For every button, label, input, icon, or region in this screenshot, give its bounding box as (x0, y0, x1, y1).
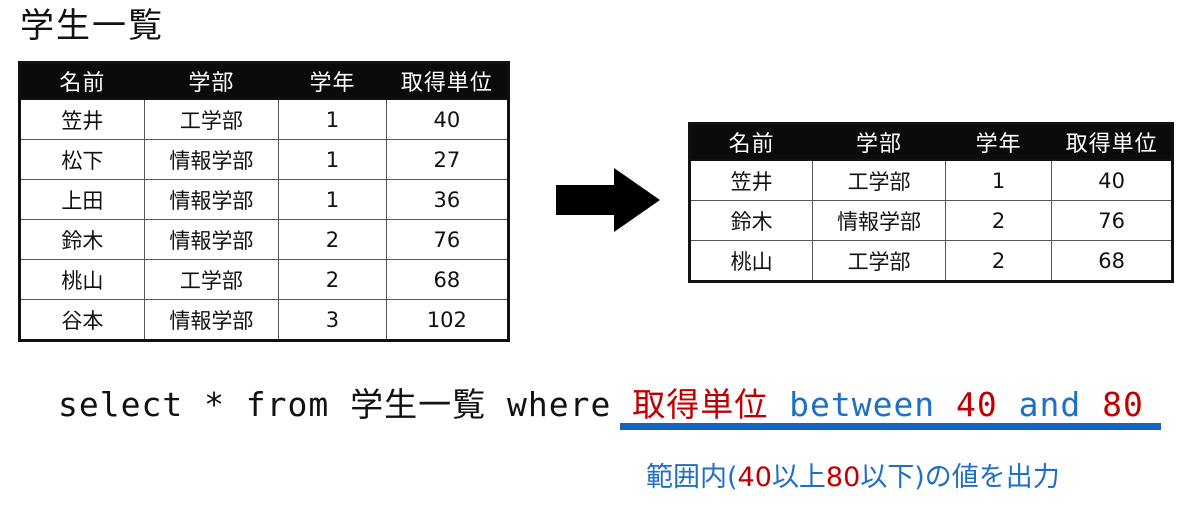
cell-year: 1 (278, 98, 387, 140)
column-header-name: 名前 (688, 123, 814, 161)
annotation-note: 範囲内(40以上80以下)の値を出力 (646, 455, 1060, 494)
cell-credit: 40 (385, 98, 510, 140)
annotation-middle: 以上 (771, 462, 826, 493)
sql-segment-high: 80 (1102, 385, 1144, 424)
cell-name: 桃山 (19, 259, 145, 300)
source-table-header: 名前 学部 学年 取得単位 (19, 62, 510, 100)
source-table: 名前 学部 学年 取得単位 笠井 工学部 1 40 松下 情報学部 1 27 上… (18, 61, 510, 342)
sql-segment-and: and (997, 385, 1103, 424)
cell-dept: 工学部 (143, 98, 280, 140)
column-header-dept: 学部 (143, 62, 280, 100)
cell-credit: 68 (385, 259, 510, 300)
column-header-credit: 取得単位 (385, 62, 510, 100)
column-header-dept: 学部 (812, 123, 946, 161)
sql-segment-clause: select * from 学生一覧 where (58, 385, 633, 424)
table-row: 笠井 工学部 1 40 (19, 98, 510, 140)
cell-credit: 68 (1051, 240, 1173, 282)
column-header-year: 学年 (944, 123, 1053, 161)
annotation-suffix: 以下)の値を出力 (860, 462, 1060, 493)
cell-dept: 情報学部 (143, 299, 280, 341)
column-header-name: 名前 (19, 62, 145, 100)
result-table: 名前 学部 学年 取得単位 笠井 工学部 1 40 鈴木 情報学部 2 76 桃… (688, 122, 1174, 283)
table-header-row: 名前 学部 学年 取得単位 (688, 123, 1173, 161)
annotation-prefix: 範囲内( (646, 462, 738, 493)
cell-year: 1 (278, 179, 387, 220)
cell-dept: 工学部 (812, 159, 946, 201)
cell-dept: 工学部 (812, 240, 946, 282)
cell-dept: 情報学部 (143, 179, 280, 220)
source-table-body: 笠井 工学部 1 40 松下 情報学部 1 27 上田 情報学部 1 36 鈴木… (19, 98, 510, 341)
cell-name: 谷本 (19, 299, 145, 341)
arrow-right-icon (556, 168, 660, 232)
cell-year: 3 (278, 299, 387, 341)
table-row: 上田 情報学部 1 36 (19, 179, 510, 220)
result-table-body: 笠井 工学部 1 40 鈴木 情報学部 2 76 桃山 工学部 2 68 (688, 159, 1173, 282)
cell-name: 鈴木 (688, 200, 814, 241)
cell-name: 笠井 (19, 98, 145, 140)
cell-dept: 情報学部 (143, 219, 280, 260)
cell-name: 松下 (19, 139, 145, 180)
annotation-high-value: 80 (825, 462, 861, 493)
sql-underline (620, 423, 1161, 430)
cell-credit: 76 (1051, 200, 1173, 241)
cell-name: 上田 (19, 179, 145, 220)
cell-name: 鈴木 (19, 219, 145, 260)
cell-dept: 情報学部 (143, 139, 280, 180)
cell-name: 桃山 (688, 240, 814, 282)
result-table-header: 名前 学部 学年 取得単位 (688, 123, 1173, 161)
table-row: 桃山 工学部 2 68 (19, 259, 510, 300)
table-row: 鈴木 情報学部 2 76 (19, 219, 510, 260)
cell-credit: 76 (385, 219, 510, 260)
table-row: 笠井 工学部 1 40 (688, 159, 1173, 201)
cell-credit: 27 (385, 139, 510, 180)
transform-arrow (556, 168, 664, 232)
annotation-low-value: 40 (737, 462, 772, 493)
page-title: 学生一覧 (20, 6, 164, 46)
sql-statement: select * from 学生一覧 where 取得単位 between 40… (58, 378, 1144, 424)
cell-dept: 情報学部 (812, 200, 946, 241)
column-header-credit: 取得単位 (1051, 123, 1173, 161)
cell-year: 1 (944, 159, 1053, 201)
sql-segment-column: 取得単位 (632, 385, 769, 424)
cell-credit: 40 (1051, 159, 1173, 201)
cell-name: 笠井 (688, 159, 814, 201)
table-row: 鈴木 情報学部 2 76 (688, 200, 1173, 241)
cell-credit: 102 (385, 299, 510, 341)
cell-year: 1 (278, 139, 387, 180)
table-row: 松下 情報学部 1 27 (19, 139, 510, 180)
column-header-year: 学年 (278, 62, 387, 100)
sql-segment-low: 40 (956, 385, 998, 424)
cell-year: 2 (944, 200, 1053, 241)
cell-year: 2 (278, 219, 387, 260)
cell-year: 2 (278, 259, 387, 300)
cell-dept: 工学部 (143, 259, 280, 300)
sql-segment-between: between (768, 385, 957, 424)
table-row: 桃山 工学部 2 68 (688, 240, 1173, 282)
table-row: 谷本 情報学部 3 102 (19, 299, 510, 341)
cell-year: 2 (944, 240, 1053, 282)
table-header-row: 名前 学部 学年 取得単位 (19, 62, 510, 100)
cell-credit: 36 (385, 179, 510, 220)
